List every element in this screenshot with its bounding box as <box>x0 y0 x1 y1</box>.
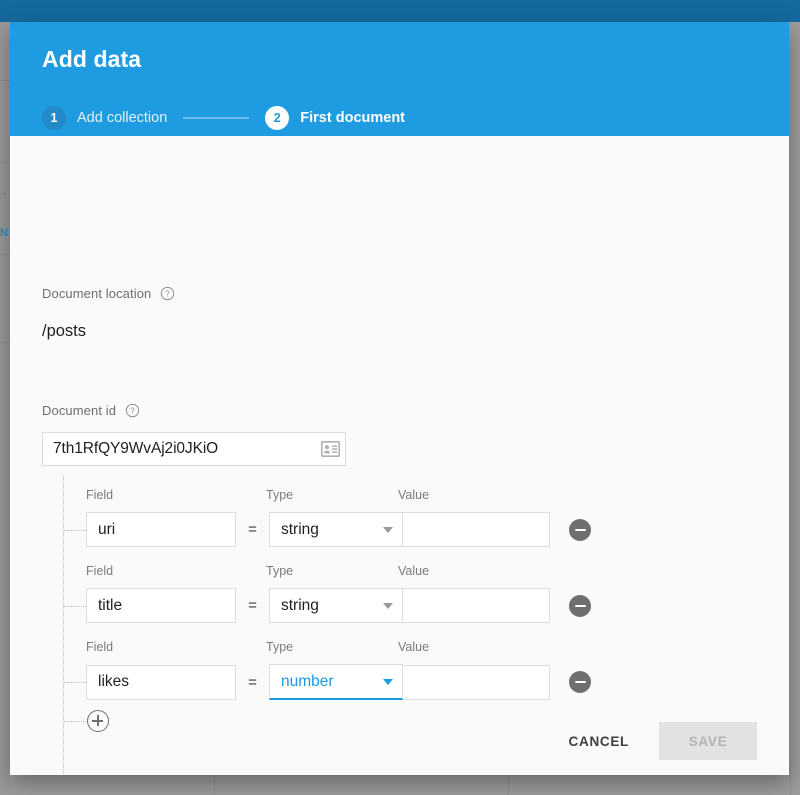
step-label-first-document: First document <box>300 110 406 126</box>
stepper: 1 Add collection 2 First document <box>42 106 405 130</box>
tree-connector-stub <box>64 606 86 607</box>
tree-connector-stub <box>64 682 86 683</box>
document-location-label: Document location <box>42 286 152 301</box>
document-location-label-group: Document location ? <box>42 286 175 301</box>
field-row: Field Type Value uri = string <box>42 476 642 552</box>
field-value-input[interactable] <box>402 664 550 700</box>
column-header-type: Type <box>266 488 294 502</box>
column-header-field: Field <box>86 640 114 654</box>
equals-sign: = <box>248 521 257 538</box>
document-id-field[interactable]: 7th1RfQY9WvAj2i0JKiO <box>42 432 346 466</box>
document-id-label: Document id <box>42 403 117 418</box>
minus-bar <box>574 528 586 531</box>
stepper-step-first-document[interactable]: 2 First document <box>265 106 405 130</box>
auto-id-card-icon[interactable] <box>315 441 345 457</box>
column-header-value: Value <box>398 488 430 502</box>
plus-circle-icon[interactable] <box>87 710 109 732</box>
minus-bar <box>574 681 586 683</box>
field-row-column-headers: Field Type Value <box>86 564 642 580</box>
add-data-dialog: Add data 1 Add collection 2 First docume… <box>10 22 789 775</box>
save-button[interactable]: SAVE <box>659 722 757 760</box>
field-row-column-headers: Field Type Value <box>86 488 642 504</box>
background-column-divider <box>790 760 791 795</box>
dialog-header: Add data 1 Add collection 2 First docume… <box>10 22 789 136</box>
field-row-controls: likes = number <box>86 664 591 700</box>
equals-sign: = <box>248 673 257 691</box>
tree-connector-stub <box>64 530 86 531</box>
chevron-down-icon <box>383 526 393 533</box>
svg-text:?: ? <box>130 407 135 416</box>
help-circle-icon[interactable]: ? <box>125 403 140 418</box>
tree-connector-stub <box>64 721 86 722</box>
field-list: Field Type Value uri = string Field Type… <box>42 476 642 775</box>
svg-text:?: ? <box>166 290 171 299</box>
field-value-input[interactable] <box>402 588 550 623</box>
field-value-input[interactable] <box>402 512 550 547</box>
document-id-input[interactable]: 7th1RfQY9WvAj2i0JKiO <box>43 440 315 458</box>
dialog-title: Add data <box>42 46 142 72</box>
field-row-controls: title = string <box>86 588 591 623</box>
field-row: Field Type Value likes = number <box>42 628 642 704</box>
field-row: Field Type Value title = string <box>42 552 642 628</box>
minus-bar <box>574 604 586 607</box>
help-circle-icon[interactable]: ? <box>160 286 175 301</box>
field-type-select[interactable]: string <box>269 588 403 623</box>
background-divider <box>0 162 10 163</box>
field-row-column-headers: Field Type Value <box>86 640 642 656</box>
chevron-down-icon <box>383 602 393 609</box>
stepper-step-add-collection[interactable]: 1 Add collection <box>42 106 167 130</box>
column-header-type: Type <box>266 640 294 654</box>
field-row-controls: uri = string <box>86 512 591 547</box>
column-header-field: Field <box>86 564 114 578</box>
field-type-value: string <box>281 520 319 538</box>
step-label-add-collection: Add collection <box>77 110 168 126</box>
minus-circle-icon[interactable] <box>569 671 591 693</box>
background-left-panel: rf N <box>0 22 10 795</box>
dialog-body: Document location ? /posts Document id ?… <box>10 136 789 775</box>
field-type-select[interactable]: string <box>269 512 403 547</box>
equals-sign: = <box>248 597 257 614</box>
field-name-input[interactable]: likes <box>86 664 236 700</box>
field-type-value: number <box>281 672 334 690</box>
column-header-value: Value <box>398 640 430 654</box>
background-divider <box>0 80 10 81</box>
background-text-accent: N <box>0 227 8 239</box>
field-name-input[interactable]: title <box>86 588 236 623</box>
document-id-label-group: Document id ? <box>42 403 140 418</box>
app-top-bar <box>0 0 800 22</box>
field-type-select[interactable]: number <box>269 664 403 700</box>
stepper-connector <box>183 117 250 119</box>
minus-circle-icon[interactable] <box>569 594 591 617</box>
chevron-down-icon <box>383 678 393 685</box>
column-header-value: Value <box>398 564 430 578</box>
step-number-1: 1 <box>42 106 66 130</box>
background-text: rf <box>0 190 7 202</box>
document-location-value: /posts <box>42 322 87 340</box>
minus-circle-icon[interactable] <box>569 518 591 541</box>
add-field-row <box>42 704 642 738</box>
column-header-type: Type <box>266 564 294 578</box>
background-divider <box>0 342 10 343</box>
step-number-2: 2 <box>265 106 290 130</box>
field-name-input[interactable]: uri <box>86 512 236 547</box>
column-header-field: Field <box>86 488 114 502</box>
background-divider <box>0 254 10 255</box>
field-type-value: string <box>281 596 319 614</box>
